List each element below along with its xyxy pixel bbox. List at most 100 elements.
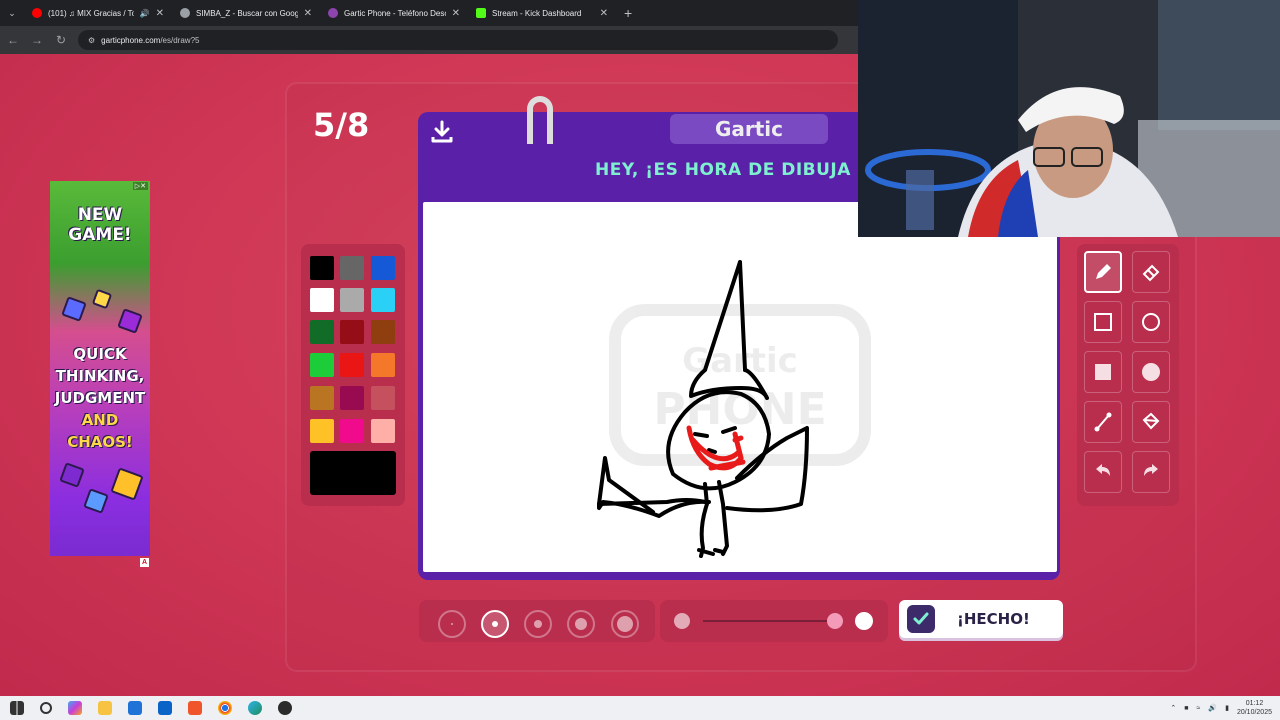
color-swatch[interactable] xyxy=(371,320,395,344)
eraser-tool[interactable] xyxy=(1132,251,1170,293)
redo-button[interactable] xyxy=(1132,451,1170,493)
gem-icon xyxy=(91,288,113,310)
redo-icon xyxy=(1144,464,1158,476)
close-tab-icon[interactable]: ✕ xyxy=(600,8,608,19)
draw-prompt: HEY, ¡ES HORA DE DIBUJA xyxy=(595,160,851,180)
tab-title: Gartic Phone - Teléfono Desco xyxy=(344,8,446,18)
outlook-icon[interactable] xyxy=(158,701,172,715)
watermark-text: PHONE xyxy=(653,384,826,435)
circle-fill-tool[interactable] xyxy=(1132,351,1170,393)
color-swatch[interactable] xyxy=(371,353,395,377)
color-swatch[interactable] xyxy=(371,419,395,443)
chrome-icon[interactable] xyxy=(218,701,232,715)
brush-size-xs[interactable] xyxy=(438,610,466,638)
bucket-tool[interactable] xyxy=(1132,401,1170,443)
google-icon xyxy=(180,8,190,18)
chevron-up-icon[interactable]: ⌃ xyxy=(1170,704,1176,712)
eraser-icon xyxy=(1142,264,1160,282)
wifi-icon[interactable]: ≈ xyxy=(1197,705,1201,712)
browser-tab-active[interactable]: Gartic Phone - Teléfono Desco ✕ xyxy=(320,0,468,26)
opacity-slider[interactable] xyxy=(703,620,833,622)
rectangle-fill-icon xyxy=(1095,364,1111,380)
close-tab-icon[interactable]: ✕ xyxy=(304,8,312,19)
download-icon xyxy=(431,120,453,143)
windows-taskbar: ⌃ ■ ≈ 🔊 ▮ 01:12 20/10/2025 xyxy=(0,696,1280,720)
ad-choices-icon[interactable]: ▷✕ xyxy=(132,182,148,190)
color-swatch[interactable] xyxy=(310,288,334,312)
download-button[interactable] xyxy=(428,118,456,146)
site-info-icon[interactable]: ⚙ xyxy=(88,36,95,45)
pencil-icon xyxy=(1096,264,1111,279)
done-label: ¡HECHO! xyxy=(957,610,1030,628)
pencil-tool[interactable] xyxy=(1084,251,1122,293)
color-swatch[interactable] xyxy=(340,288,364,312)
copilot-icon[interactable] xyxy=(68,701,82,715)
url-path: /es/draw?5 xyxy=(160,35,200,45)
color-swatch[interactable] xyxy=(371,288,395,312)
color-swatch[interactable] xyxy=(340,256,364,280)
circle-outline-tool[interactable] xyxy=(1132,301,1170,343)
ad-tagline: QUICK THINKING, JUDGMENT AND CHAOS! xyxy=(54,345,146,451)
kick-icon xyxy=(476,8,486,18)
browser-tab[interactable]: SIMBA_Z - Buscar con Google ✕ xyxy=(172,0,320,26)
back-icon[interactable]: ← xyxy=(6,33,20,47)
close-tab-icon[interactable]: ✕ xyxy=(156,8,164,19)
edge-icon[interactable] xyxy=(248,701,262,715)
color-swatch[interactable] xyxy=(310,256,334,280)
close-tab-icon[interactable]: ✕ xyxy=(452,8,460,19)
drawing-canvas[interactable]: Gartic PHONE xyxy=(423,202,1057,572)
search-icon[interactable] xyxy=(40,702,52,714)
brush-size-m[interactable] xyxy=(524,610,552,638)
color-swatch[interactable] xyxy=(371,386,395,410)
clock-time: 01:12 xyxy=(1245,700,1264,707)
brave-icon[interactable] xyxy=(188,701,202,715)
gem-icon xyxy=(61,296,87,322)
color-swatch[interactable] xyxy=(340,353,364,377)
color-swatch[interactable] xyxy=(310,419,334,443)
ad-banner[interactable]: ▷✕ NEW GAME! QUICK THINKING, JUDGMENT AND… xyxy=(50,181,150,556)
clock[interactable]: 01:12 20/10/2025 xyxy=(1237,699,1272,717)
gartic-icon xyxy=(328,8,338,18)
file-explorer-icon[interactable] xyxy=(98,701,112,715)
line-tool[interactable] xyxy=(1084,401,1122,443)
ad-flag[interactable]: A xyxy=(140,558,149,567)
color-swatch[interactable] xyxy=(340,320,364,344)
color-swatch[interactable] xyxy=(310,320,334,344)
obs-icon[interactable] xyxy=(278,701,292,715)
done-button[interactable]: ¡HECHO! xyxy=(899,600,1063,638)
undo-button[interactable] xyxy=(1084,451,1122,493)
color-swatch[interactable] xyxy=(340,386,364,410)
rectangle-outline-icon xyxy=(1094,313,1112,331)
tab-title: (101) ♫ MIX Gracias / To C xyxy=(48,8,134,18)
store-icon[interactable] xyxy=(128,701,142,715)
color-swatch[interactable] xyxy=(371,256,395,280)
opacity-high-icon xyxy=(855,612,873,630)
brush-size-l[interactable] xyxy=(567,610,595,638)
url-host: garticphone.com xyxy=(101,35,161,45)
browser-tab[interactable]: Stream - Kick Dashboard ✕ xyxy=(468,0,616,26)
browser-tab[interactable]: (101) ♫ MIX Gracias / To C 🔊 ✕ xyxy=(24,0,172,26)
forward-icon[interactable]: → xyxy=(30,33,44,47)
check-icon xyxy=(907,605,935,633)
rectangle-outline-tool[interactable] xyxy=(1084,301,1122,343)
gem-icon xyxy=(83,488,109,514)
windows-start-icon[interactable] xyxy=(10,701,24,715)
new-tab-button[interactable]: + xyxy=(616,5,640,21)
gartic-logo: Gartic xyxy=(670,114,828,144)
brush-size-s[interactable] xyxy=(481,610,509,638)
url-field[interactable]: ⚙ garticphone.com/es/draw?5 xyxy=(78,30,838,50)
dropbox-icon[interactable]: ■ xyxy=(1184,705,1188,712)
volume-icon[interactable]: 🔊 xyxy=(1208,704,1217,712)
reload-icon[interactable]: ↻ xyxy=(54,33,68,47)
opacity-slider-thumb[interactable] xyxy=(827,613,843,629)
color-swatch[interactable] xyxy=(310,353,334,377)
battery-icon[interactable]: ▮ xyxy=(1225,704,1229,712)
notepad-ring xyxy=(527,96,553,144)
color-swatch[interactable] xyxy=(340,419,364,443)
rectangle-fill-tool[interactable] xyxy=(1084,351,1122,393)
color-swatch[interactable] xyxy=(310,386,334,410)
ad-headline: NEW GAME! xyxy=(68,205,132,245)
brush-size-xl[interactable] xyxy=(611,610,639,638)
drawing-svg: Gartic PHONE xyxy=(597,260,871,558)
tab-list-icon[interactable]: ⌄ xyxy=(0,8,24,19)
